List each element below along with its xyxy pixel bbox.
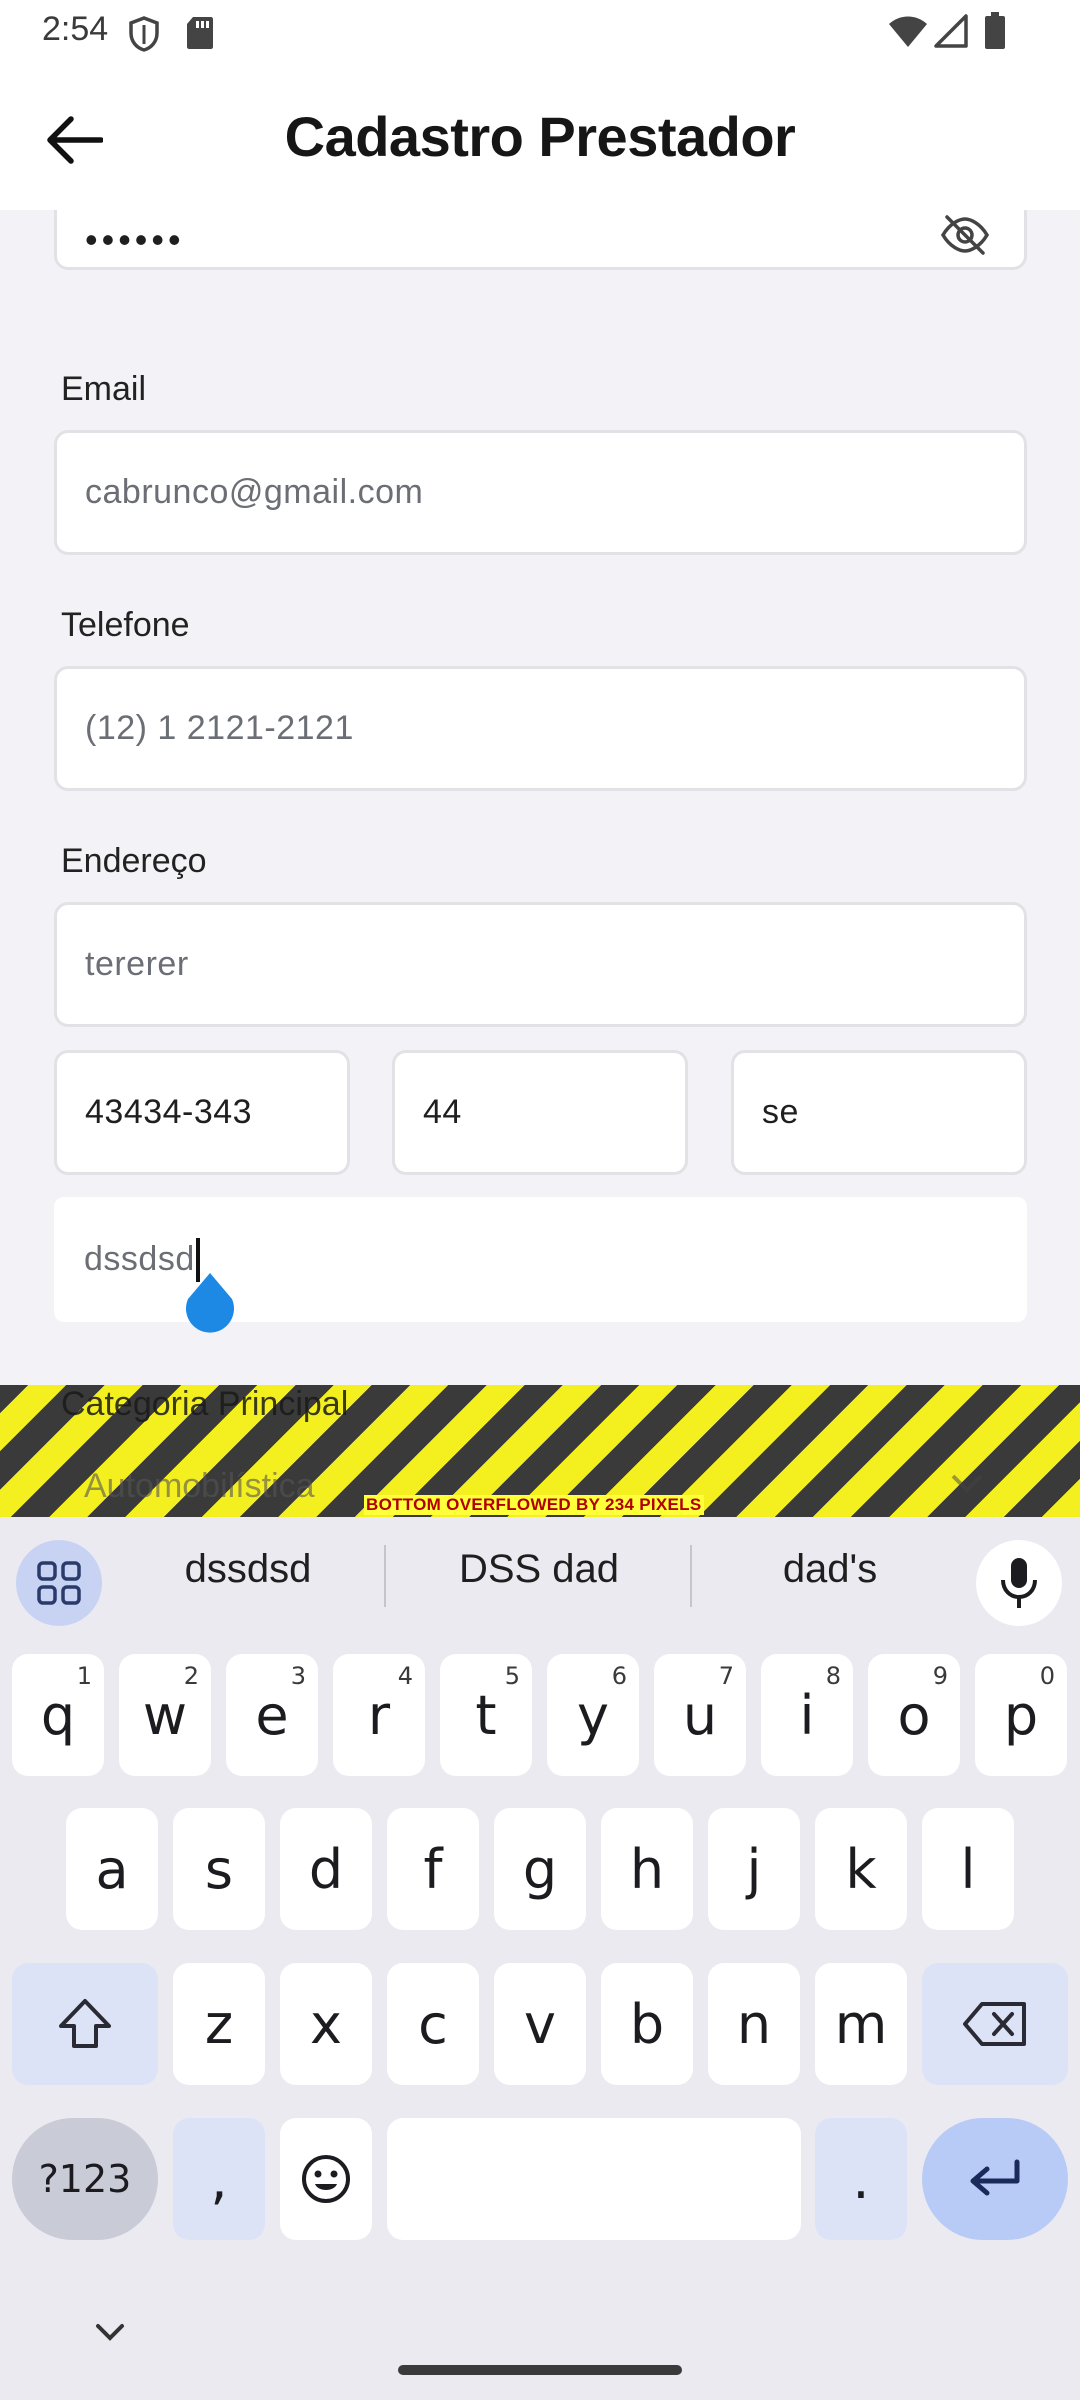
keyboard-apps-button[interactable] [16, 1540, 102, 1626]
enter-icon [970, 2159, 1020, 2196]
symbols-key[interactable]: ?123 [12, 2118, 158, 2240]
overflow-warning: Categoria Principal Automobilística BOTT… [0, 1385, 1080, 1517]
key-t[interactable]: t5 [440, 1654, 532, 1776]
backspace-key[interactable] [922, 1963, 1068, 2085]
emoji-icon [302, 2155, 350, 2203]
status-bar: 2:54 [0, 0, 1080, 64]
password-value: •••••• [85, 219, 185, 260]
suggestion-1[interactable]: dssdsd [118, 1547, 378, 1592]
endereco-label: Endereço [61, 842, 207, 880]
divider [690, 1545, 692, 1607]
battery-icon [984, 12, 1006, 55]
comma-key[interactable]: , [173, 2118, 265, 2240]
email-label: Email [61, 370, 147, 408]
key-y[interactable]: y6 [547, 1654, 639, 1776]
registration-form: •••••• Email cabrunco@gmail.com Telefone… [0, 210, 1080, 1385]
street-field[interactable]: tererer [54, 902, 1027, 1027]
key-h[interactable]: h [601, 1808, 693, 1930]
grid-icon [37, 1561, 81, 1605]
numero-value: 44 [423, 1093, 462, 1131]
enter-key[interactable] [922, 2118, 1068, 2240]
numero-field[interactable]: 44 [392, 1050, 688, 1175]
app-bar: Cadastro Prestador [0, 64, 1080, 210]
chevron-down-icon[interactable] [950, 1473, 984, 1500]
eye-off-icon[interactable] [940, 215, 990, 264]
cep-value: 43434-343 [85, 1093, 253, 1131]
key-k[interactable]: k [815, 1808, 907, 1930]
period-key[interactable]: . [815, 2118, 907, 2240]
key-n[interactable]: n [708, 1963, 800, 2085]
shield-icon [128, 16, 160, 57]
backspace-icon [963, 2002, 1026, 2046]
cursor-handle[interactable] [180, 1273, 240, 1333]
divider [384, 1545, 386, 1607]
street-value: tererer [85, 945, 189, 983]
key-g[interactable]: g [494, 1808, 586, 1930]
key-v[interactable]: v [494, 1963, 586, 2085]
key-q[interactable]: q1 [12, 1654, 104, 1776]
key-r[interactable]: r4 [333, 1654, 425, 1776]
key-z[interactable]: z [173, 1963, 265, 2085]
shift-key[interactable] [12, 1963, 158, 2085]
categoria-value[interactable]: Automobilística [84, 1467, 315, 1506]
key-j[interactable]: j [708, 1808, 800, 1930]
categoria-label: Categoria Principal [61, 1385, 349, 1423]
key-f[interactable]: f [387, 1808, 479, 1930]
email-value: cabrunco@gmail.com [85, 473, 424, 511]
status-time: 2:54 [42, 10, 109, 48]
microphone-icon [1001, 1558, 1037, 1608]
cep-field[interactable]: 43434-343 [54, 1050, 350, 1175]
emoji-key[interactable] [280, 2118, 372, 2240]
key-e[interactable]: e3 [226, 1654, 318, 1776]
shift-icon [59, 1999, 111, 2048]
page-title: Cadastro Prestador [284, 105, 796, 168]
collapse-keyboard-icon[interactable] [90, 2312, 130, 2352]
uf-value: se [762, 1093, 799, 1131]
email-field[interactable]: cabrunco@gmail.com [54, 430, 1027, 555]
key-s[interactable]: s [173, 1808, 265, 1930]
suggestion-2[interactable]: DSS dad [394, 1547, 684, 1592]
sd-card-icon [186, 16, 214, 55]
bairro-value: dssdsd [84, 1240, 195, 1278]
suggestion-3[interactable]: dad's [700, 1547, 960, 1592]
key-a[interactable]: a [66, 1808, 158, 1930]
soft-keyboard: dssdsd DSS dad dad's q1 w2 e3 r4 t5 y6 u… [0, 1517, 1080, 2400]
telefone-field[interactable]: (12) 1 2121-2121 [54, 666, 1027, 791]
key-c[interactable]: c [387, 1963, 479, 2085]
key-o[interactable]: o9 [868, 1654, 960, 1776]
key-i[interactable]: i8 [761, 1654, 853, 1776]
overflow-text: BOTTOM OVERFLOWED BY 234 PIXELS [364, 1495, 704, 1515]
space-key[interactable] [387, 2118, 801, 2240]
key-b[interactable]: b [601, 1963, 693, 2085]
telefone-value: (12) 1 2121-2121 [85, 709, 354, 747]
mic-button[interactable] [976, 1540, 1062, 1626]
signal-icon [934, 14, 968, 53]
key-x[interactable]: x [280, 1963, 372, 2085]
key-l[interactable]: l [922, 1808, 1014, 1930]
uf-field[interactable]: se [731, 1050, 1027, 1175]
telefone-label: Telefone [61, 606, 190, 644]
suggestion-bar: dssdsd DSS dad dad's [0, 1517, 1080, 1627]
password-field[interactable]: •••••• [54, 210, 1027, 270]
key-m[interactable]: m [815, 1963, 907, 2085]
key-p[interactable]: p0 [975, 1654, 1067, 1776]
key-d[interactable]: d [280, 1808, 372, 1930]
key-w[interactable]: w2 [119, 1654, 211, 1776]
gesture-nav-bar[interactable] [398, 2365, 682, 2375]
key-u[interactable]: u7 [654, 1654, 746, 1776]
wifi-icon [888, 14, 928, 53]
